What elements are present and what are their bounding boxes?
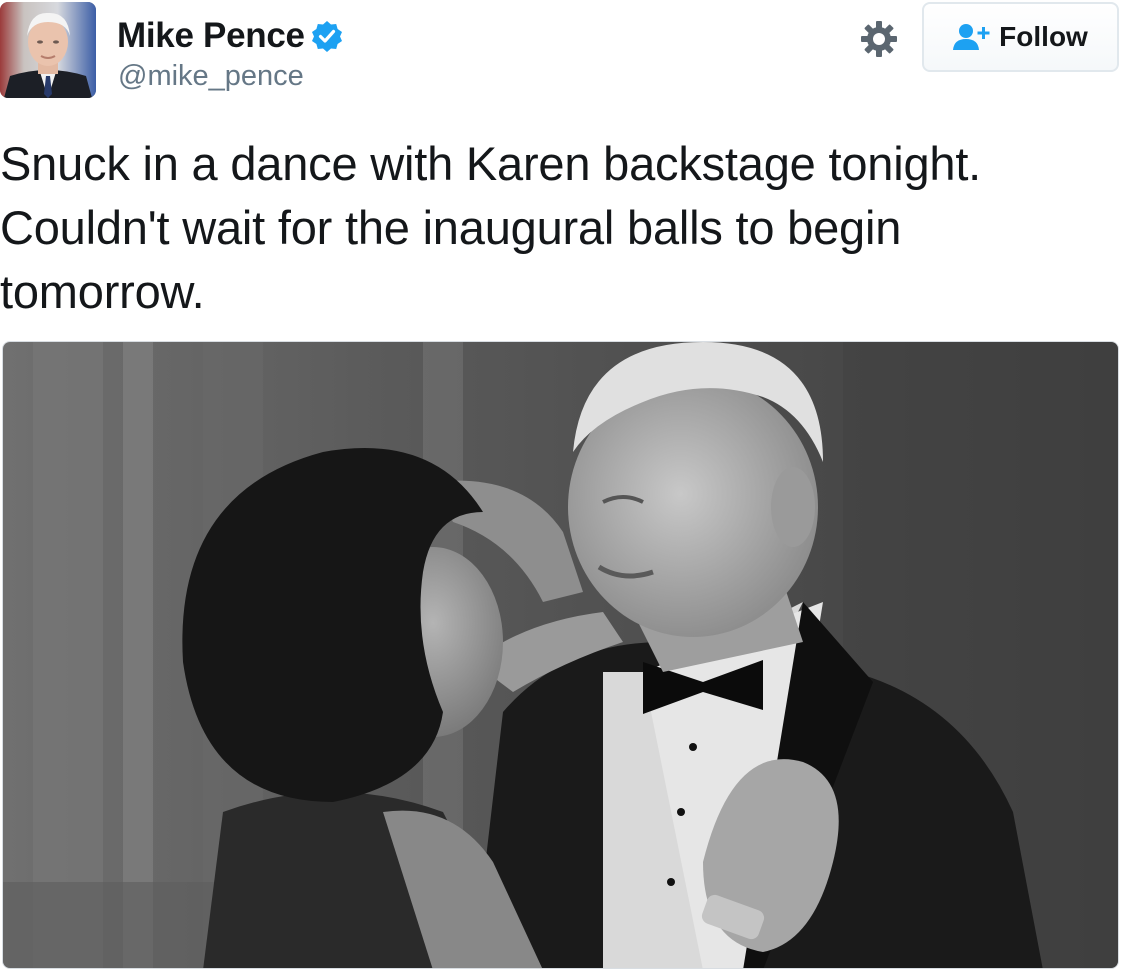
add-user-icon [953, 23, 991, 51]
verified-badge-icon [311, 20, 343, 52]
author-name-row[interactable]: Mike Pence [117, 14, 343, 58]
gear-icon[interactable] [860, 20, 898, 58]
tweet-card: Mike Pence @mike_pence Follow Snuck in a… [0, 0, 1122, 977]
photo-image [3, 342, 1118, 968]
author-handle[interactable]: @mike_pence [118, 60, 304, 93]
tweet-text: Snuck in a dance with Karen backstage to… [0, 137, 982, 318]
author-display-name[interactable]: Mike Pence [117, 16, 305, 56]
tweet-photo[interactable] [2, 341, 1119, 969]
avatar[interactable] [0, 2, 96, 98]
follow-button[interactable]: Follow [922, 2, 1119, 72]
avatar-image [0, 2, 96, 98]
follow-button-label: Follow [999, 21, 1088, 52]
